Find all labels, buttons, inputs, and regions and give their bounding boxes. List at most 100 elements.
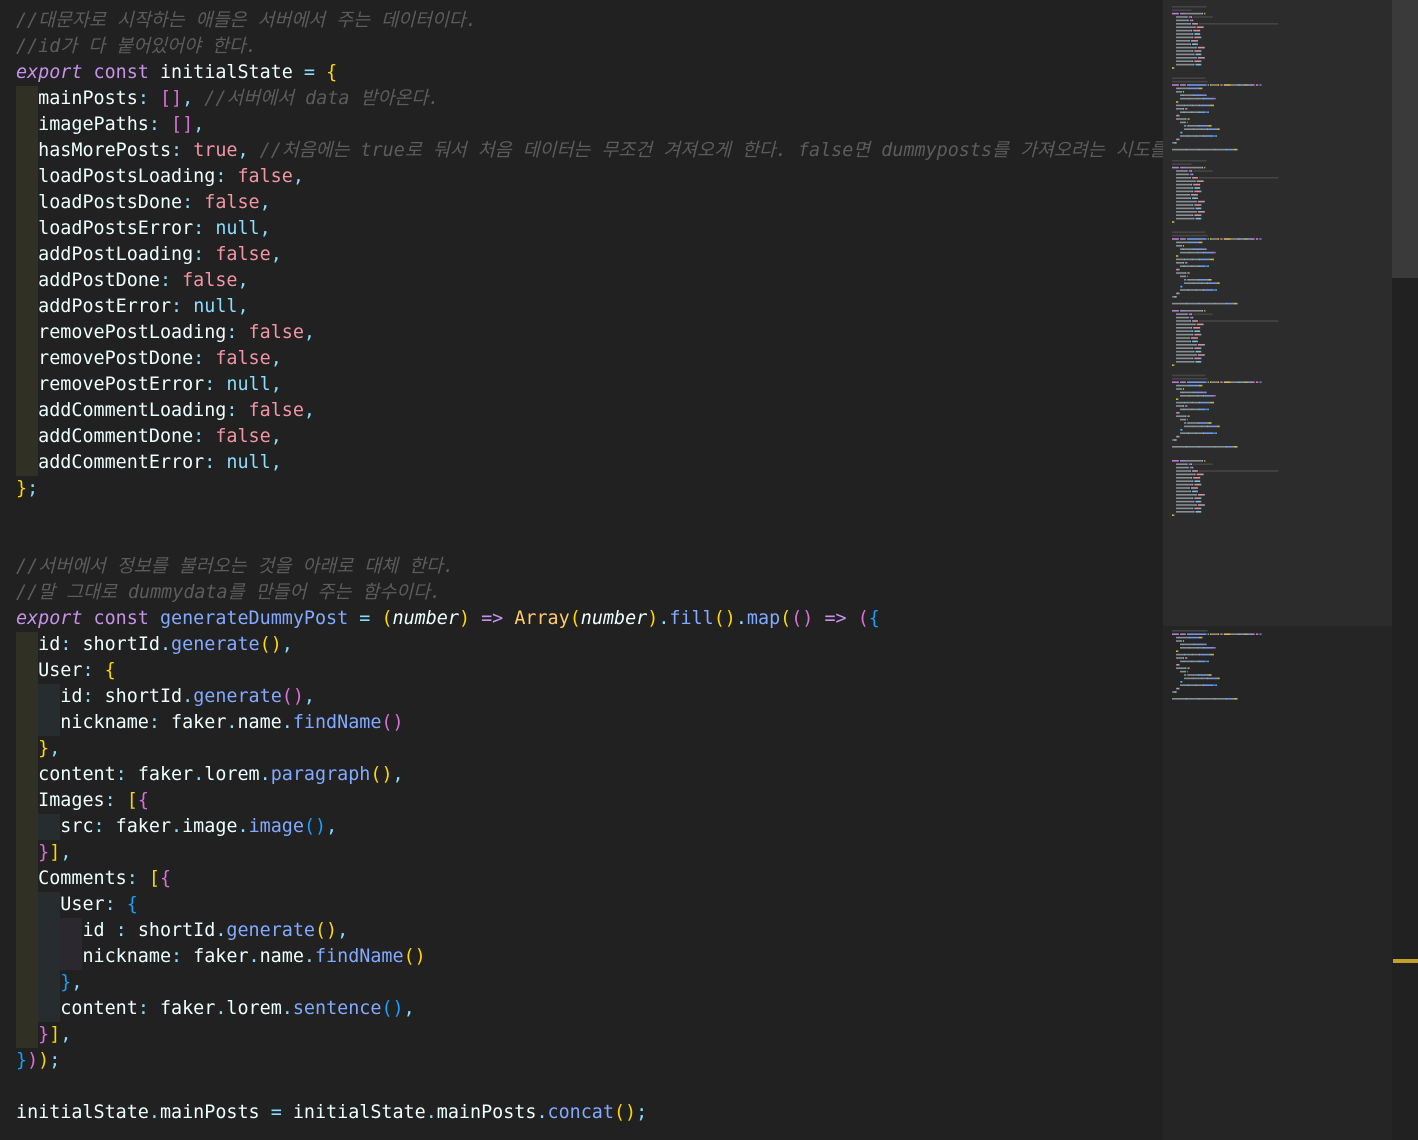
minimap-token — [1189, 684, 1197, 686]
code-line[interactable] — [16, 502, 1163, 528]
minimap-token — [1214, 698, 1216, 700]
code-line[interactable]: mainPosts: [], //서버에서 data 받아온다. — [16, 86, 1163, 112]
code-line[interactable]: }], — [16, 840, 1163, 866]
minimap-token — [1198, 446, 1200, 448]
code-line[interactable]: removePostLoading: false, — [16, 320, 1163, 346]
code-line[interactable]: hasMorePosts: true, //처음에는 true로 둬서 처음 데… — [16, 138, 1163, 164]
code-line[interactable]: addPostError: null, — [16, 294, 1163, 320]
code-line[interactable]: content: faker.lorem.paragraph(), — [16, 762, 1163, 788]
minimap-token — [1199, 148, 1215, 151]
minimap-token — [1227, 148, 1235, 151]
code-line[interactable]: src: faker.image.image(), — [16, 814, 1163, 840]
minimap[interactable] — [1163, 0, 1392, 1140]
minimap-token — [1190, 337, 1197, 339]
minimap-token — [1185, 258, 1193, 261]
minimap-token — [1192, 316, 1194, 319]
minimap-token — [1181, 429, 1183, 431]
minimap-token — [1179, 384, 1189, 387]
code-line[interactable]: addCommentError: null, — [16, 450, 1163, 476]
code-line[interactable]: export const generateDummyPost = (number… — [16, 606, 1163, 632]
minimap-token — [1172, 374, 1206, 377]
code-line[interactable]: loadPostsLoading: false, — [16, 164, 1163, 190]
minimap-token — [1220, 633, 1223, 635]
minimap-token — [1182, 91, 1185, 93]
code-token: content — [38, 764, 116, 785]
code-line[interactable]: initialState.mainPosts = initialState.ma… — [16, 1100, 1163, 1126]
code-line[interactable]: //말 그대로 dummydata를 만들어 주는 함수이다. — [16, 580, 1163, 606]
minimap-token — [1195, 46, 1197, 49]
minimap-token — [1198, 97, 1203, 100]
code-token: . — [248, 946, 260, 967]
code-line[interactable]: removePostDone: false, — [16, 346, 1163, 372]
minimap-token — [1202, 128, 1207, 130]
minimap-token — [1197, 494, 1204, 496]
code-line[interactable]: content: faker.lorem.sentence(), — [16, 996, 1163, 1022]
minimap-token — [1201, 12, 1204, 15]
code-line[interactable]: id: shortId.generate(), — [16, 632, 1163, 658]
minimap-token — [1188, 125, 1198, 127]
code-line[interactable]: export const initialState = { — [16, 60, 1163, 86]
code-token: null — [215, 218, 260, 239]
code-lines[interactable]: //대문자로 시작하는 애들은 서버에서 주는 데이터이다. //id가 다 붙어… — [16, 8, 1163, 1126]
minimap-token — [1188, 667, 1190, 669]
minimap-token — [1176, 29, 1191, 32]
minimap-token — [1193, 350, 1195, 353]
minimap-token — [1203, 504, 1205, 506]
code-line[interactable]: //id가 다 붙어있어야 한다. — [16, 34, 1163, 60]
minimap-token — [1195, 354, 1197, 356]
minimap-token — [1187, 316, 1189, 319]
minimap-token — [1193, 217, 1195, 220]
code-line[interactable] — [16, 528, 1163, 554]
code-line[interactable]: }], — [16, 1022, 1163, 1048]
minimap-token — [1189, 251, 1191, 254]
code-line[interactable]: loadPostsError: null, — [16, 216, 1163, 242]
minimap-token — [1204, 12, 1206, 15]
code-line[interactable]: removePostError: null, — [16, 372, 1163, 398]
code-line[interactable]: }; — [16, 476, 1163, 502]
code-line[interactable]: //서버에서 정보를 불러오는 것을 아래로 대체 한다. — [16, 554, 1163, 580]
code-line[interactable]: User: { — [16, 892, 1163, 918]
code-line[interactable]: imagePaths: [], — [16, 112, 1163, 138]
minimap-token — [1192, 347, 1194, 349]
code-line[interactable]: addCommentDone: false, — [16, 424, 1163, 450]
code-line[interactable]: }, — [16, 736, 1163, 762]
minimap-token — [1184, 121, 1186, 124]
code-token: = — [270, 1102, 282, 1123]
code-line[interactable]: nickname: faker.name.findName() — [16, 710, 1163, 736]
code-token: const — [93, 62, 149, 83]
code-line[interactable]: id : shortId.generate(), — [16, 918, 1163, 944]
code-token: paragraph — [270, 764, 371, 785]
code-line[interactable]: addPostDone: false, — [16, 268, 1163, 294]
minimap-token — [1199, 698, 1215, 700]
code-token: faker — [148, 998, 216, 1019]
minimap-token — [1230, 381, 1238, 383]
minimap-token — [1188, 289, 1190, 291]
code-editor[interactable]: //대문자로 시작하는 애들은 서버에서 주는 데이터이다. //id가 다 붙어… — [0, 0, 1163, 1140]
minimap-token — [1183, 265, 1185, 267]
code-line[interactable]: //대문자로 시작하는 애들은 서버에서 주는 데이터이다. — [16, 8, 1163, 34]
minimap-token — [1188, 87, 1190, 90]
code-line[interactable]: addCommentLoading: false, — [16, 398, 1163, 424]
minimap-token — [1201, 460, 1204, 462]
code-line[interactable]: addPostLoading: false, — [16, 242, 1163, 268]
minimap-token — [1197, 344, 1204, 346]
code-line[interactable]: })); — [16, 1048, 1163, 1074]
scrollbar-thumb[interactable] — [1392, 0, 1418, 278]
code-line[interactable]: }, — [16, 970, 1163, 996]
minimap-token — [1244, 238, 1247, 240]
vertical-scrollbar[interactable] — [1392, 0, 1418, 1140]
code-line[interactable]: Comments: [{ — [16, 866, 1163, 892]
code-line[interactable]: id: shortId.generate(), — [16, 684, 1163, 710]
code-token: : — [104, 894, 116, 915]
code-line[interactable] — [16, 1074, 1163, 1100]
minimap-token — [1180, 310, 1186, 312]
code-line[interactable]: User: { — [16, 658, 1163, 684]
code-line[interactable]: Images: [{ — [16, 788, 1163, 814]
code-line[interactable]: nickname: faker.name.findName() — [16, 944, 1163, 970]
code-token: } — [38, 842, 50, 863]
minimap-token — [1180, 94, 1183, 96]
minimap-token — [1176, 26, 1195, 28]
code-line[interactable]: loadPostsDone: false, — [16, 190, 1163, 216]
code-token: } — [38, 738, 50, 759]
